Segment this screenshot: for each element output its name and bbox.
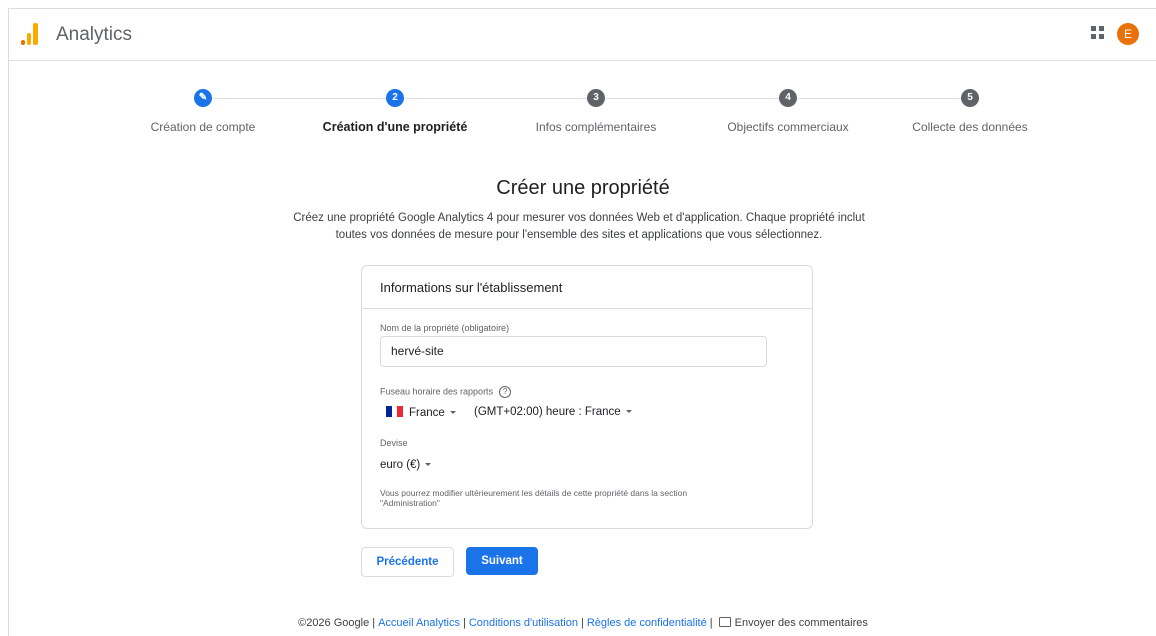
feedback-label: Envoyer des commentaires — [734, 617, 868, 629]
country-value: France — [409, 407, 445, 419]
logo-bar-short — [21, 40, 25, 45]
logo-bar-tall — [33, 23, 38, 45]
step-label-4: Objectifs commerciaux — [727, 120, 849, 134]
help-icon[interactable]: ? — [499, 386, 512, 398]
step-number-2: 2 — [386, 89, 404, 107]
description-line-1: Créez une propriété Google Analytics 4 p… — [293, 212, 865, 224]
feedback-icon — [718, 617, 731, 627]
stepper-connector — [405, 98, 596, 99]
card-title: Informations sur l'établissement — [380, 280, 563, 295]
top-bar: Analytics E — [9, 9, 1156, 61]
apps-grid-icon[interactable] — [1091, 26, 1105, 40]
step-label-1: Création de compte — [150, 120, 256, 134]
next-button[interactable]: Suivant — [466, 547, 538, 575]
currency-value: euro (€) — [380, 459, 421, 471]
timezone-value: (GMT+02:00) heure : France — [474, 406, 621, 418]
currency-label: Devise — [380, 438, 408, 448]
analytics-home-link[interactable]: Accueil Analytics — [378, 617, 460, 629]
property-name-label: Nom de la propriété (obligatoire) — [380, 323, 510, 333]
currency-select[interactable]: euro (€) — [380, 459, 432, 471]
admin-note-line-1: Vous pourrez modifier ultérieurement les… — [380, 488, 688, 498]
admin-note-line-2: "Administration" — [380, 498, 440, 508]
previous-button[interactable]: Précédente — [361, 547, 454, 577]
feedback-button[interactable]: Envoyer des commentaires — [718, 617, 868, 629]
stepper-connector — [798, 98, 970, 99]
stepper-connector — [213, 98, 395, 99]
step-label-3: Infos complémentaires — [535, 120, 657, 134]
description-line-2: toutes vos données de mesure pour l'ense… — [335, 229, 823, 241]
france-flag-icon — [386, 406, 403, 417]
app-frame: Analytics E ✎ Création de compte 2 Création… — [8, 8, 1156, 636]
admin-note: Vous pourrez modifier ultérieurement les… — [380, 488, 760, 508]
stepper-connector — [606, 98, 788, 99]
timezone-label-text: Fuseau horaire des rapports — [380, 386, 494, 397]
step-label-5: Collecte des données — [912, 120, 1028, 134]
property-name-input[interactable]: hervé-site — [380, 336, 767, 367]
footer: ©2026 Google | Accueil Analytics | Condition… — [298, 617, 868, 629]
copyright: ©2026 Google — [298, 617, 370, 629]
chevron-down-icon — [449, 411, 456, 415]
app-title: Analytics — [56, 24, 133, 45]
terms-link[interactable]: Conditions d'utilisation — [469, 617, 578, 629]
logo-bar-mid — [27, 33, 31, 45]
chevron-down-icon — [625, 410, 632, 414]
card-header: Informations sur l'établissement — [362, 266, 812, 309]
country-select[interactable]: France — [386, 406, 456, 419]
step-number-4: 4 — [779, 89, 797, 107]
timezone-label: Fuseau horaire des rapports? — [380, 386, 512, 398]
step-number-5: 5 — [961, 89, 979, 107]
step-number-3: 3 — [587, 89, 605, 107]
page-description: Créez une propriété Google Analytics 4 p… — [279, 210, 879, 244]
step-done-edit-icon: ✎ — [194, 89, 212, 107]
analytics-logo-icon — [21, 23, 39, 45]
business-info-card: Informations sur l'établissement Nom de … — [361, 265, 813, 529]
page-title: Créer une propriété — [496, 177, 670, 199]
chevron-down-icon — [425, 463, 432, 467]
privacy-link[interactable]: Règles de confidentialité — [587, 617, 707, 629]
step-label-2: Création d'une propriété — [322, 120, 468, 134]
timezone-select[interactable]: (GMT+02:00) heure : France — [474, 406, 632, 418]
account-avatar[interactable]: E — [1117, 23, 1139, 45]
setup-stepper: ✎ Création de compte 2 Création d'une propr… — [9, 89, 1156, 149]
